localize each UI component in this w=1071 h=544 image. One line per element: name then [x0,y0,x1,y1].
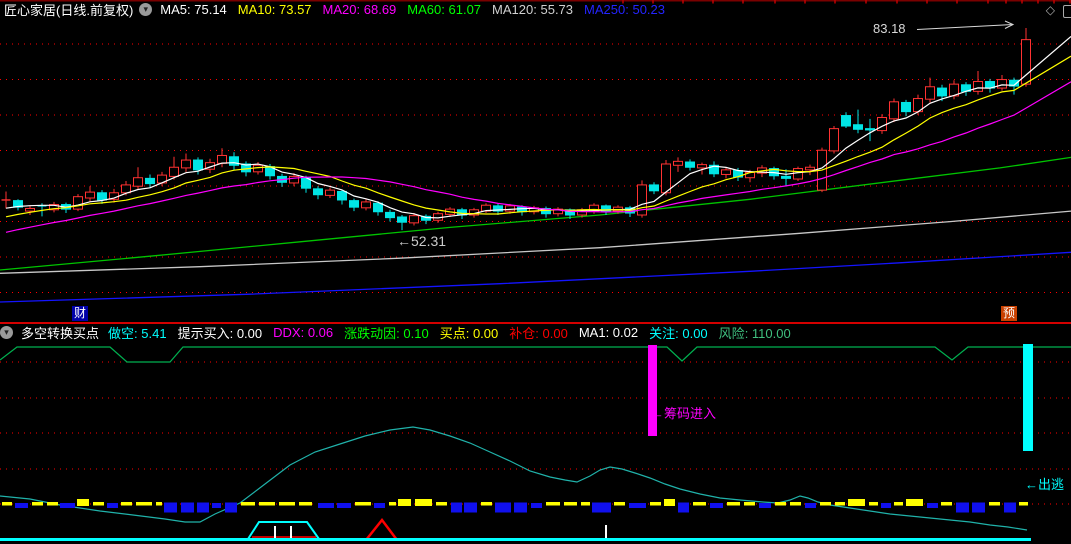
panel-toggle-icon[interactable] [1063,5,1071,18]
diamond-icon[interactable]: ◇ [1046,4,1055,16]
escape-annotation: ←出逃 [1025,477,1064,492]
forecast-badge[interactable]: 预 [1001,306,1018,321]
indicator-panel-chart[interactable]: ←筹码进入 ←出逃 [0,322,1071,544]
main-candlestick-chart[interactable]: 83.18 ←52.31 [0,0,1071,322]
trading-app-window: 83.18 ←52.31 ←筹码进入 ←出逃 匠心家居(日线.前复权) ▾ MA… [0,0,1071,544]
high-price-annotation: 83.18 [873,21,906,36]
finance-report-badge[interactable]: 财 [72,306,89,321]
chevron-down-icon[interactable]: ▾ [0,325,13,339]
low-price-annotation: ←52.31 [397,233,446,249]
chips-inflow-annotation: ←筹码进入 [651,406,716,421]
indicator-shapes [0,322,1071,541]
main-chart-shapes [0,0,1071,303]
